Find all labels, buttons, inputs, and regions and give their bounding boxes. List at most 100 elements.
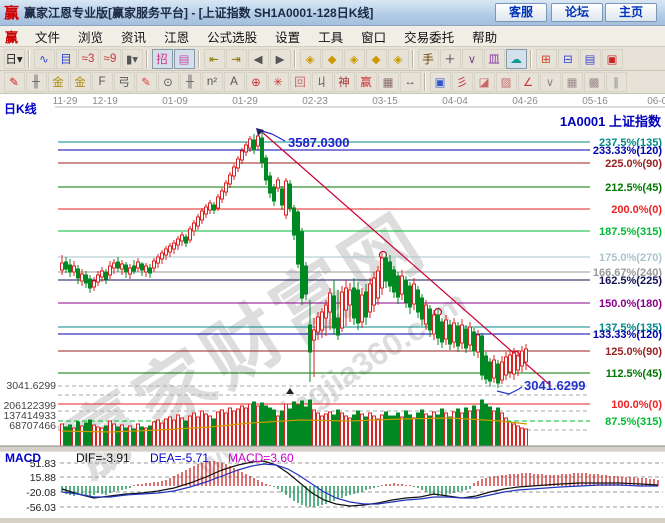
square-spiral-icon[interactable]: 回 [290, 72, 311, 92]
gann-mark-icon[interactable]: 丩 [312, 72, 333, 92]
target-circle-icon[interactable]: ⊕ [246, 72, 267, 92]
menu-item-交易委托[interactable]: 交易委托 [395, 27, 463, 46]
volume-bar [361, 414, 364, 446]
candle-body [245, 145, 248, 152]
dif-value: DIF=-3.91 [76, 451, 130, 465]
menu-item-资讯[interactable]: 资讯 [112, 27, 155, 46]
candle-body [409, 286, 412, 307]
volume-bar [105, 426, 108, 446]
candle-body [341, 292, 344, 328]
volume-bar [353, 415, 356, 446]
f-grid-icon[interactable]: F [92, 72, 113, 92]
menu-item-帮助[interactable]: 帮助 [463, 27, 506, 46]
calendar-icon[interactable]: ⊞ [536, 49, 557, 69]
grid-tool-icon[interactable]: ╫ [26, 72, 47, 92]
last-bar-icon[interactable]: ⇥ [226, 49, 247, 69]
volume-bar [241, 406, 244, 446]
candle-body [321, 312, 324, 330]
rocket-pen-icon[interactable]: ✎ [136, 72, 157, 92]
shaded-box-icon[interactable]: ◪ [474, 72, 495, 92]
info-panel-icon[interactable]: 目 [56, 49, 77, 69]
gold-grid-1-icon[interactable]: 金 [48, 72, 69, 92]
angle-pick-icon[interactable]: ∨ [462, 49, 483, 69]
prev-bar-icon[interactable]: ◀ [248, 49, 269, 69]
customer-service-button[interactable]: 客服 [495, 3, 547, 22]
crosshair-icon[interactable]: ＋ [440, 49, 461, 69]
volume-bar [149, 426, 152, 446]
candle-body [477, 335, 480, 352]
measure-width-icon[interactable]: ↔ [400, 72, 421, 92]
volume-bar [457, 409, 460, 446]
ruler-grid-icon[interactable]: ╫ [180, 72, 201, 92]
toolbar-row-2: ✎╫金金F弓✎⊙╫n²A⊕✳回丩神赢▦↔▣彡◪▨∠∨▦▩∥ [0, 71, 665, 94]
star-burst-icon[interactable]: ✳ [268, 72, 289, 92]
candle-body [257, 136, 260, 146]
zoom-diamond-1-icon[interactable]: ◈ [300, 49, 321, 69]
spiral-icon[interactable]: 弓 [114, 72, 135, 92]
notepad-icon[interactable]: ▤ [580, 49, 601, 69]
window-box-icon[interactable]: ▣ [430, 72, 451, 92]
homepage-button[interactable]: 主页 [605, 3, 657, 22]
gann-castle-icon[interactable]: 皿 [484, 49, 505, 69]
menu-item-江恩[interactable]: 江恩 [155, 27, 198, 46]
volume-bar [229, 408, 232, 446]
candle-body [373, 278, 376, 305]
forum-button[interactable]: 论坛 [551, 3, 603, 22]
candle-body [377, 271, 380, 298]
zoom-diamond-3-icon[interactable]: ◈ [344, 49, 365, 69]
volume-bar [261, 403, 264, 446]
draw-pen-icon[interactable]: ✎ [4, 72, 25, 92]
candle-body [457, 326, 460, 346]
volume-bar [437, 415, 440, 446]
save-icon[interactable]: ▣ [602, 49, 623, 69]
volume-bar [233, 411, 236, 446]
menu-item-文件[interactable]: 文件 [26, 27, 69, 46]
volume-bar [481, 400, 484, 446]
wave-3-icon[interactable]: ≈3 [78, 49, 99, 69]
zoom-diamond-2-icon[interactable]: ◆ [322, 49, 343, 69]
fan-box-icon[interactable]: ▨ [496, 72, 517, 92]
chart-area[interactable]: 11-2912-1901-0901-2902-2303-1504-0404-26… [0, 94, 665, 518]
angle-fan-icon[interactable]: ∠ [518, 72, 539, 92]
calculator-icon[interactable]: ⊟ [558, 49, 579, 69]
cloud-tool-icon[interactable]: ☁ [506, 49, 527, 69]
candle-body [73, 266, 76, 272]
candle-body [441, 322, 444, 342]
zoom-diamond-4-icon[interactable]: ◆ [366, 49, 387, 69]
menu-item-浏览[interactable]: 浏览 [69, 27, 112, 46]
hand-tool-icon[interactable]: 手 [418, 49, 439, 69]
ying-grid-icon[interactable]: 赢 [356, 72, 377, 92]
menu-item-窗口[interactable]: 窗口 [352, 27, 395, 46]
shen-grid-icon[interactable]: 神 [334, 72, 355, 92]
n2-grid-icon[interactable]: n² [202, 72, 223, 92]
text-tool-icon[interactable]: A [224, 72, 245, 92]
next-bar-icon[interactable]: ▶ [270, 49, 291, 69]
candle-style-icon[interactable]: ▮▾ [122, 49, 143, 69]
fan-lines-icon[interactable]: 彡 [452, 72, 473, 92]
menu-logo-icon: 赢 [5, 27, 18, 46]
period-selector[interactable]: 日▾ [4, 49, 25, 69]
zoom-diamond-5-icon[interactable]: ◈ [388, 49, 409, 69]
gold-grid-2-icon[interactable]: 金 [70, 72, 91, 92]
grid-arrow-icon[interactable]: ▩ [584, 72, 605, 92]
volume-bar [313, 410, 316, 446]
link-tool-icon[interactable]: ∿ [34, 49, 55, 69]
macd-indicator-label[interactable]: MACD [5, 451, 41, 465]
first-bar-icon[interactable]: ⇤ [204, 49, 225, 69]
volume-bar [253, 402, 256, 446]
volume-bar [65, 427, 68, 446]
menu-item-设置[interactable]: 设置 [266, 27, 309, 46]
menu-item-工具[interactable]: 工具 [309, 27, 352, 46]
grid-small-icon[interactable]: ▦ [562, 72, 583, 92]
check-lines-icon[interactable]: ∨ [540, 72, 561, 92]
abacus-icon[interactable]: ▦ [378, 72, 399, 92]
volume-bar [421, 410, 424, 446]
parallel-lines-icon[interactable]: ∥ [606, 72, 627, 92]
color-chart-icon[interactable]: ▤ [174, 49, 195, 69]
wave-9-icon[interactable]: ≈9 [100, 49, 121, 69]
date-tick: 01-29 [232, 96, 258, 107]
clock-cycle-icon[interactable]: ⊙ [158, 72, 179, 92]
menu-item-公式选股[interactable]: 公式选股 [198, 27, 266, 46]
stamp-icon[interactable]: 招 [152, 49, 173, 69]
symbol-label: 1A0001 上证指数 [560, 111, 661, 130]
